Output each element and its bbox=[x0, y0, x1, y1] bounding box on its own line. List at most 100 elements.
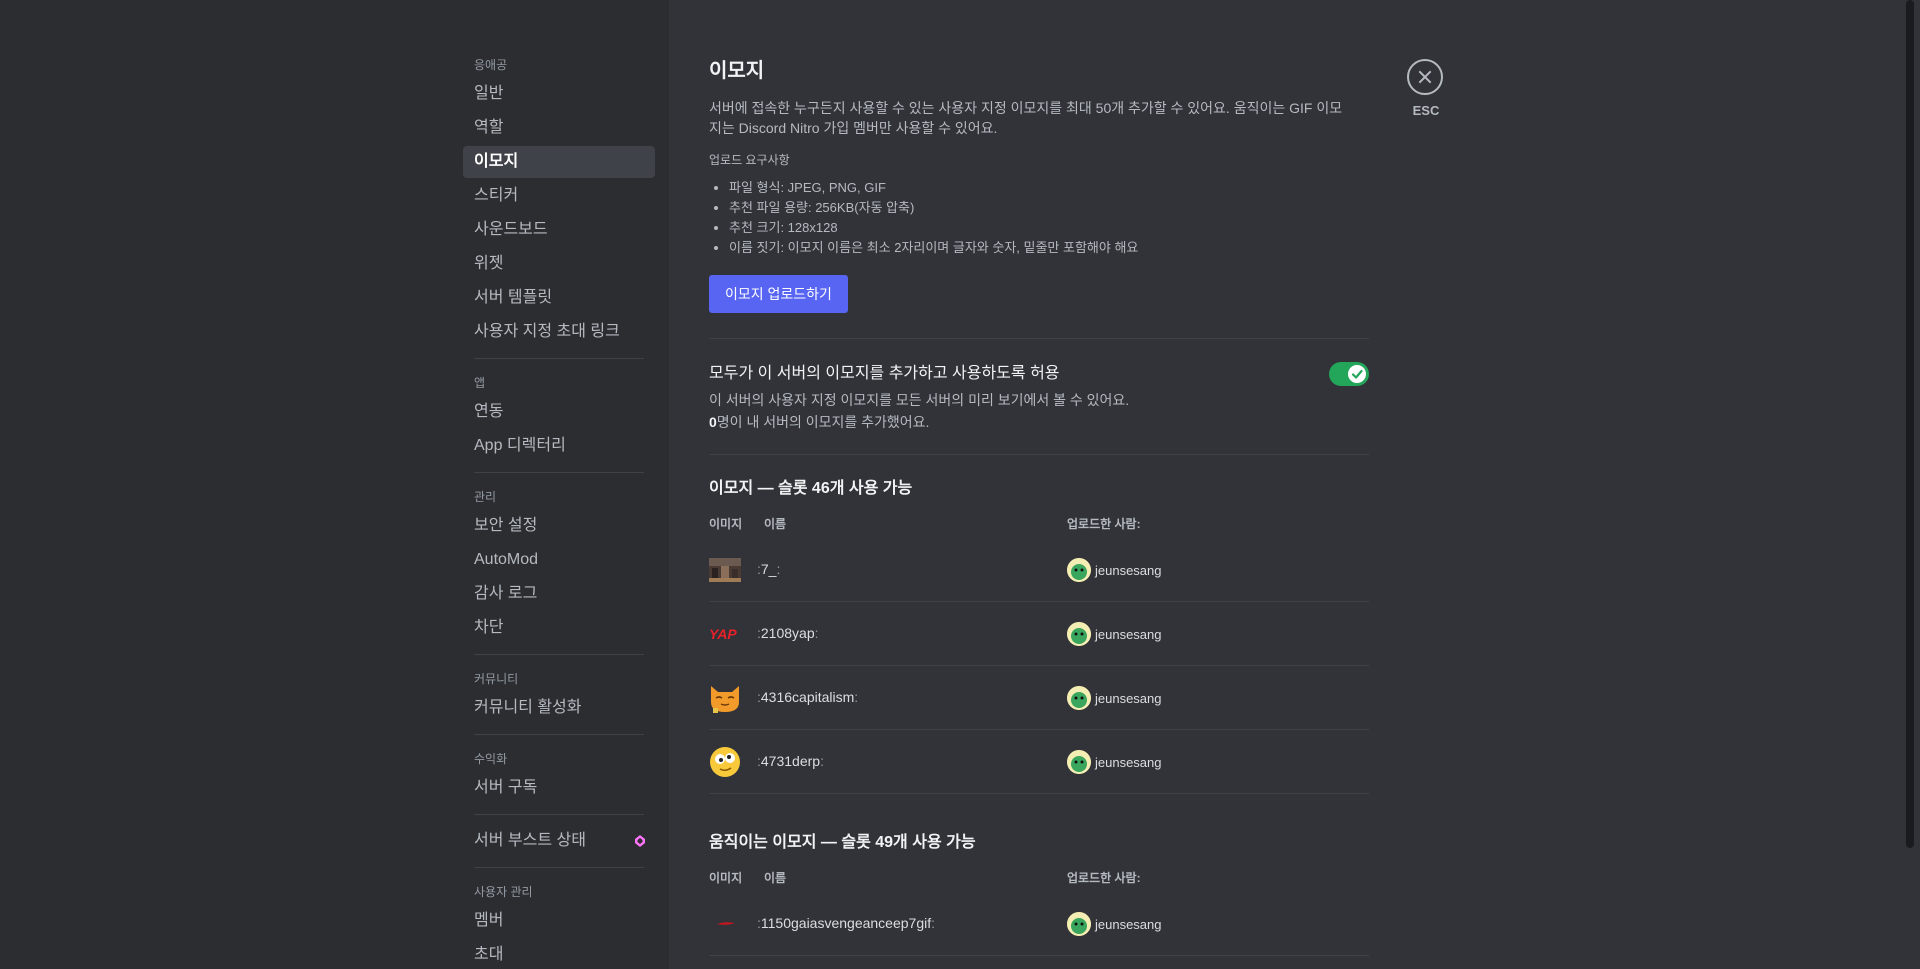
emoji-uploader: jeunsesang bbox=[1067, 912, 1162, 936]
emoji-name: :1150gaiasvengeanceep7gif: bbox=[757, 915, 936, 931]
sidebar-divider bbox=[474, 472, 644, 473]
emoji-row[interactable]: :7_: jeunsesang bbox=[709, 538, 1369, 602]
emoji-table-header: 이미지 이름 업로드한 사람: bbox=[709, 869, 1369, 885]
emoji-sharing-toggle[interactable] bbox=[1329, 362, 1369, 386]
derp-face-icon bbox=[710, 747, 740, 777]
emoji-name-text: 4731derp bbox=[760, 753, 821, 769]
upload-emoji-button[interactable]: 이모지 업로드하기 bbox=[709, 275, 848, 313]
sidebar-item-integrations[interactable]: 연동 bbox=[463, 396, 655, 428]
sidebar-item-boost-status[interactable]: 서버 부스트 상태 bbox=[463, 825, 655, 857]
sidebar-divider bbox=[474, 734, 644, 735]
emoji-name-text: 7_ bbox=[760, 561, 777, 577]
sidebar-item-members[interactable]: 멤버 bbox=[463, 905, 655, 937]
requirement-item: 파일 형식: JPEG, PNG, GIF bbox=[729, 178, 1369, 198]
sidebar-section-header: 앱 bbox=[474, 376, 486, 390]
sidebar-item-label: 서버 부스트 상태 bbox=[474, 832, 586, 849]
emoji-name-text: 1150gaiasvengeanceep7gif bbox=[760, 915, 932, 931]
uploader-name: jeunsesang bbox=[1095, 754, 1162, 770]
page-title: 이모지 bbox=[709, 60, 765, 82]
sidebar-item-stickers[interactable]: 스티커 bbox=[463, 180, 655, 212]
sidebar-item-widget[interactable]: 위젯 bbox=[463, 248, 655, 280]
sidebar-divider bbox=[474, 814, 644, 815]
sidebar-item-vanity-url[interactable]: 사용자 지정 초대 링크 bbox=[463, 316, 655, 348]
uploader-name: jeunsesang bbox=[1095, 690, 1162, 706]
sidebar-item-enable-community[interactable]: 커뮤니티 활성화 bbox=[463, 692, 655, 724]
emoji-name: :4731derp: bbox=[757, 753, 824, 769]
emoji-sharing-title: 모두가 이 서버의 이모지를 추가하고 사용하도록 허용 bbox=[709, 365, 1060, 382]
sidebar-item-roles[interactable]: 역할 bbox=[463, 112, 655, 144]
emoji-sharing-setting: 모두가 이 서버의 이모지를 추가하고 사용하도록 허용 이 서버의 사용자 지… bbox=[709, 362, 1369, 433]
sidebar-section-header: 관리 bbox=[474, 490, 497, 504]
red-streak-icon bbox=[717, 922, 735, 925]
avatar bbox=[1067, 912, 1091, 936]
avatar bbox=[1067, 750, 1091, 774]
sidebar-item-app-directory[interactable]: App 디렉터리 bbox=[463, 430, 655, 462]
emoji-settings-panel: 이모지 서버에 접속한 누구든지 사용할 수 있는 사용자 지정 이모지를 최대… bbox=[709, 57, 1369, 956]
animated-emoji-section-title: 움직이는 이모지 — 슬롯 49개 사용 가능 bbox=[709, 834, 976, 851]
emoji-table-header: 이미지 이름 업로드한 사람: bbox=[709, 515, 1369, 531]
sidebar-item-invites[interactable]: 초대 bbox=[463, 939, 655, 969]
sidebar-divider bbox=[474, 358, 644, 359]
sidebar-item-safety-setup[interactable]: 보안 설정 bbox=[463, 510, 655, 542]
emoji-name-text: 2108yap bbox=[760, 625, 815, 641]
requirement-item: 추천 크기: 128x128 bbox=[729, 218, 1369, 238]
orange-cat-icon bbox=[711, 686, 739, 713]
emoji-row[interactable]: :4731derp: jeunsesang bbox=[709, 730, 1369, 794]
section-divider bbox=[709, 338, 1369, 339]
avatar bbox=[1067, 558, 1091, 582]
emoji-uploader: jeunsesang bbox=[1067, 686, 1162, 710]
sidebar-item-general[interactable]: 일반 bbox=[463, 78, 655, 110]
sidebar-section-header: 사용자 관리 bbox=[474, 885, 533, 899]
emoji-uploader: jeunsesang bbox=[1067, 622, 1162, 646]
column-header-image: 이미지 bbox=[709, 871, 743, 885]
uploader-name: jeunsesang bbox=[1095, 626, 1162, 642]
emoji-name: :2108yap: bbox=[757, 625, 819, 641]
close-icon[interactable] bbox=[1407, 59, 1443, 95]
requirement-item: 이름 짓기: 이모지 이름은 최소 2자리이며 글자와 숫자, 밑줄만 포함해야… bbox=[729, 238, 1369, 258]
column-header-name: 이름 bbox=[764, 517, 787, 531]
sidebar-item-server-subscriptions[interactable]: 서버 구독 bbox=[463, 772, 655, 804]
upload-requirements-header: 업로드 요구사항 bbox=[709, 153, 790, 167]
uploader-name: jeunsesang bbox=[1095, 562, 1162, 578]
static-emoji-section-title: 이모지 — 슬롯 46개 사용 가능 bbox=[709, 480, 913, 497]
sidebar-item-audit-log[interactable]: 감사 로그 bbox=[463, 578, 655, 610]
emoji-name-text: 4316capitalism bbox=[760, 689, 855, 705]
emoji-added-count: 0 bbox=[709, 414, 717, 430]
boost-gem-icon bbox=[635, 835, 645, 847]
column-header-image: 이미지 bbox=[709, 517, 743, 531]
emoji-added-suffix: 명이 내 서버의 이모지를 추가했어요. bbox=[716, 414, 930, 430]
sidebar-item-automod[interactable]: AutoMod bbox=[463, 544, 655, 576]
yap-text-icon: YAP bbox=[709, 626, 737, 642]
emoji-uploader: jeunsesang bbox=[1067, 558, 1162, 582]
section-divider bbox=[709, 454, 1369, 455]
emoji-sharing-desc-line: 이 서버의 사용자 지정 이모지를 모든 서버의 미리 보기에서 볼 수 있어요… bbox=[709, 392, 1130, 408]
close-settings: ESC bbox=[1407, 59, 1445, 118]
sidebar-divider bbox=[474, 654, 644, 655]
sidebar-item-bans[interactable]: 차단 bbox=[463, 612, 655, 644]
emoji-uploader: jeunsesang bbox=[1067, 750, 1162, 774]
sidebar-section-header: 수익화 bbox=[474, 752, 508, 766]
sidebar-section-header: 커뮤니티 bbox=[474, 672, 519, 686]
emoji-name: :4316capitalism: bbox=[757, 689, 859, 705]
photo-thumbnail-icon bbox=[709, 558, 741, 582]
check-icon bbox=[1351, 369, 1363, 379]
emoji-name: :7_: bbox=[757, 561, 781, 577]
emoji-sharing-count-line: 0명이 내 서버의 이모지를 추가했어요. bbox=[709, 411, 1369, 433]
emoji-description: 서버에 접속한 누구든지 사용할 수 있는 사용자 지정 이모지를 최대 50개… bbox=[709, 100, 1343, 136]
emoji-row[interactable]: :1150gaiasvengeanceep7gif: jeunsesang bbox=[709, 892, 1369, 956]
sidebar-item-emoji[interactable]: 이모지 bbox=[463, 146, 655, 178]
column-header-name: 이름 bbox=[764, 871, 787, 885]
toggle-knob bbox=[1348, 365, 1366, 383]
emoji-row[interactable]: :4316capitalism: jeunsesang bbox=[709, 666, 1369, 730]
uploader-name: jeunsesang bbox=[1095, 916, 1162, 932]
emoji-row[interactable]: YAP :2108yap: jeunsesang bbox=[709, 602, 1369, 666]
settings-sidebar: 응애공 일반 역할 이모지 스티커 사운드보드 위젯 서버 템플릿 사용자 지정… bbox=[463, 57, 655, 969]
sidebar-divider bbox=[474, 867, 644, 868]
scrollbar[interactable] bbox=[1906, 0, 1914, 848]
esc-label: ESC bbox=[1412, 103, 1440, 118]
column-header-uploader: 업로드한 사람: bbox=[1067, 871, 1141, 885]
sidebar-item-soundboard[interactable]: 사운드보드 bbox=[463, 214, 655, 246]
avatar bbox=[1067, 686, 1091, 710]
sidebar-item-server-template[interactable]: 서버 템플릿 bbox=[463, 282, 655, 314]
sidebar-section-header: 응애공 bbox=[474, 58, 508, 72]
